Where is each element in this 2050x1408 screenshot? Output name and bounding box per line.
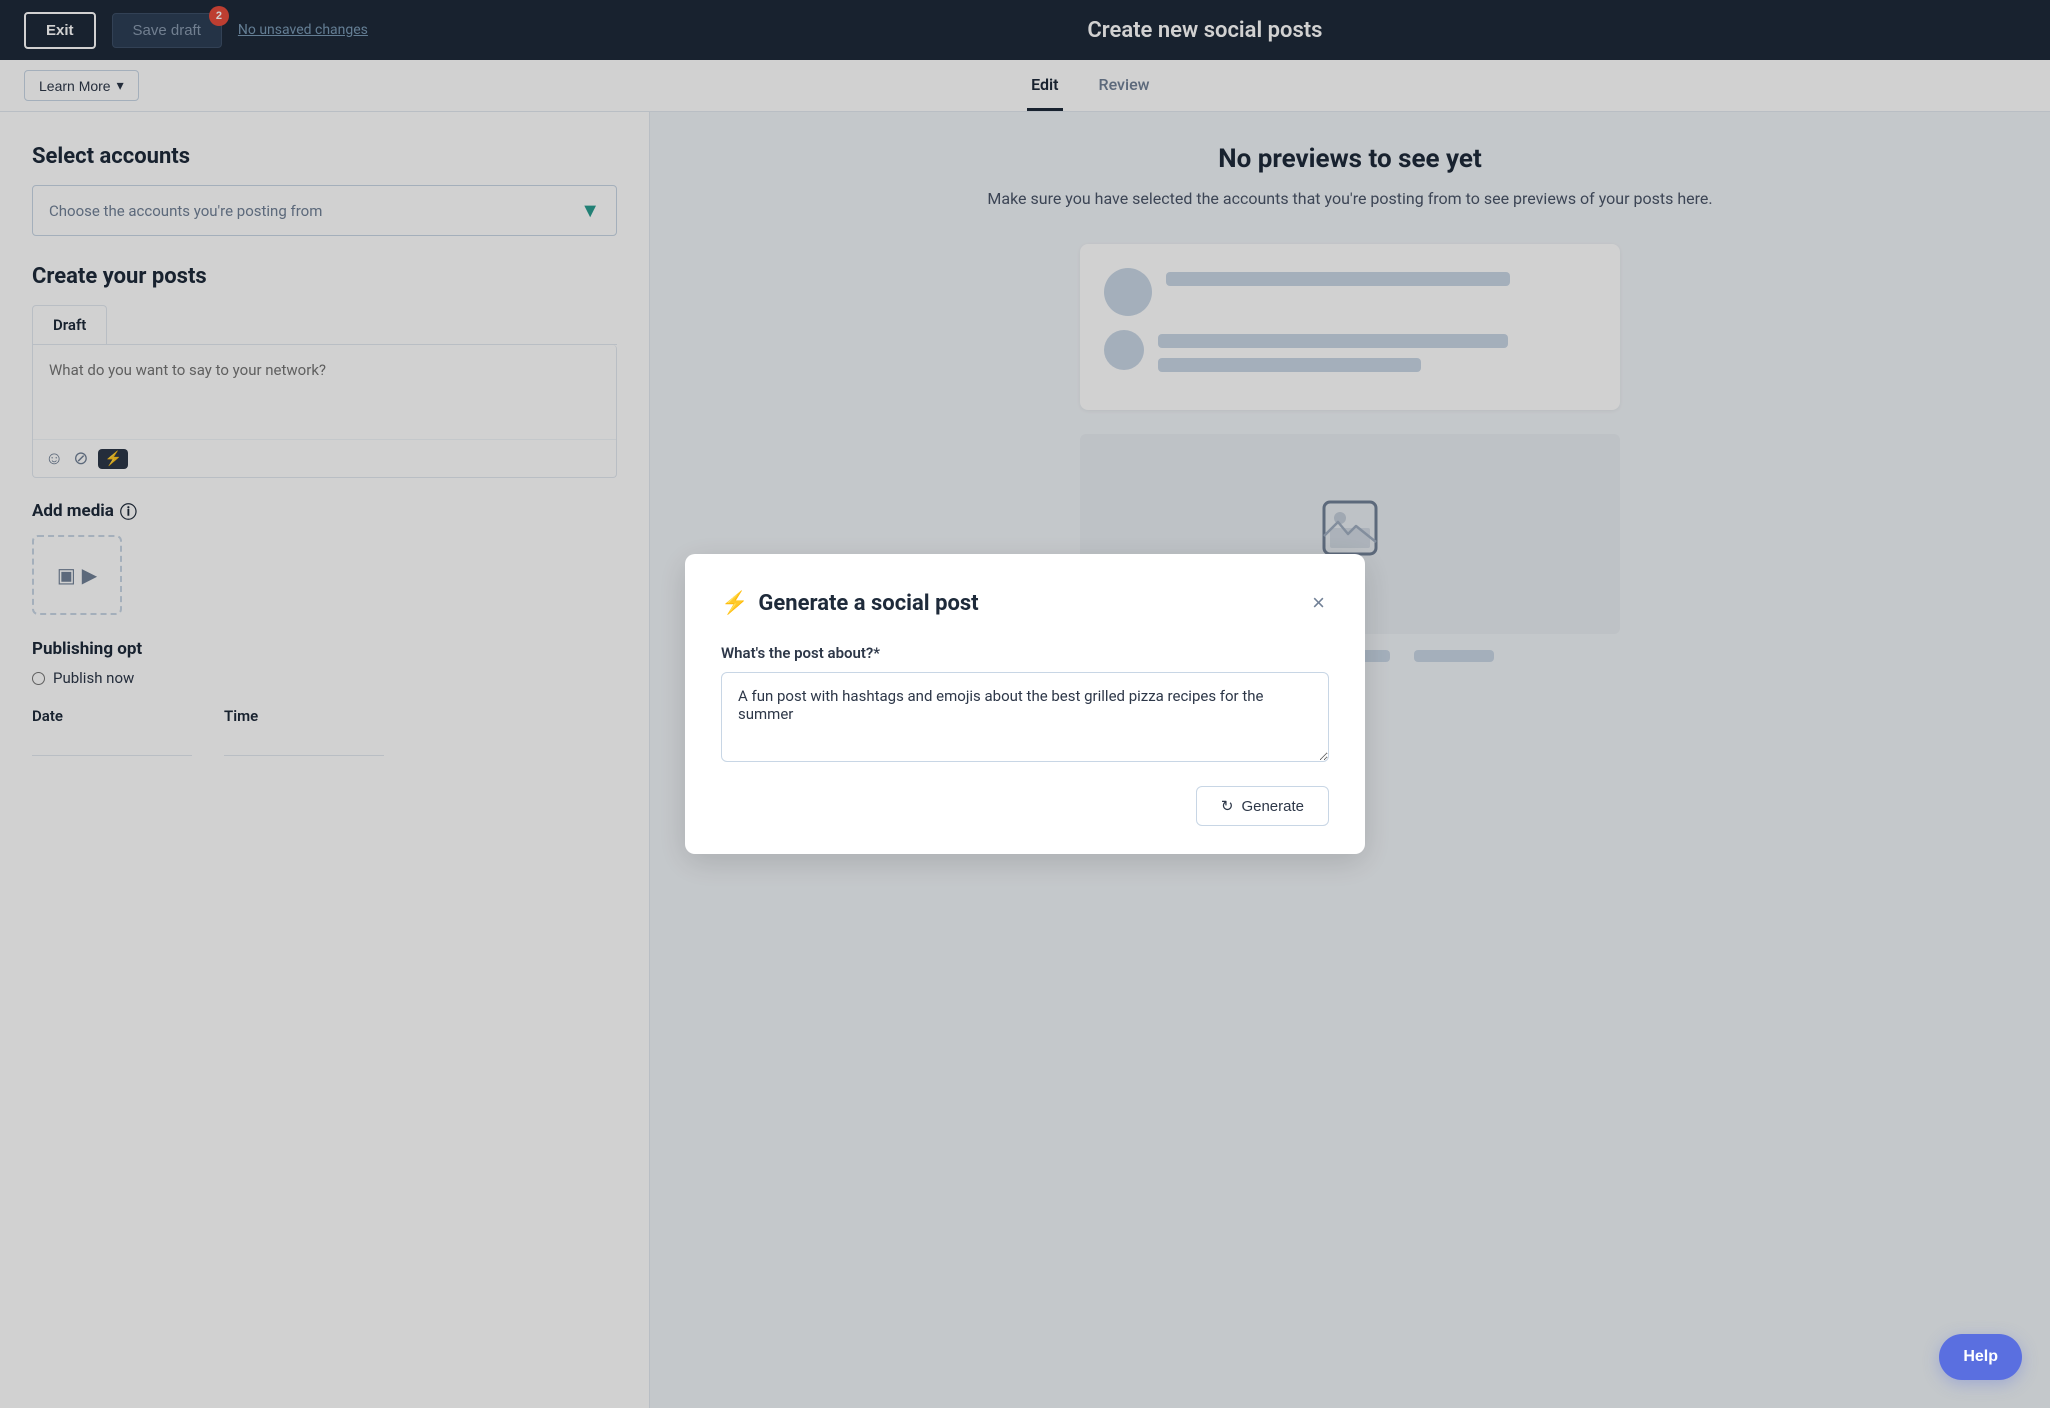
help-button[interactable]: Help bbox=[1939, 1334, 2022, 1380]
modal-post-textarea[interactable]: A fun post with hashtags and emojis abou… bbox=[721, 672, 1329, 762]
modal-title: ⚡ Generate a social post bbox=[721, 591, 979, 616]
modal-close-button[interactable]: × bbox=[1308, 586, 1329, 620]
modal-question-label: What's the post about?* bbox=[721, 644, 1329, 662]
generate-modal: ⚡ Generate a social post × What's the po… bbox=[685, 554, 1365, 854]
modal-lightning-icon: ⚡ bbox=[721, 591, 748, 616]
refresh-icon: ↻ bbox=[1221, 797, 1234, 815]
modal-header: ⚡ Generate a social post × bbox=[721, 586, 1329, 620]
modal-footer: ↻ Generate bbox=[721, 786, 1329, 826]
generate-button[interactable]: ↻ Generate bbox=[1196, 786, 1329, 826]
modal-overlay[interactable]: ⚡ Generate a social post × What's the po… bbox=[0, 0, 2050, 1408]
